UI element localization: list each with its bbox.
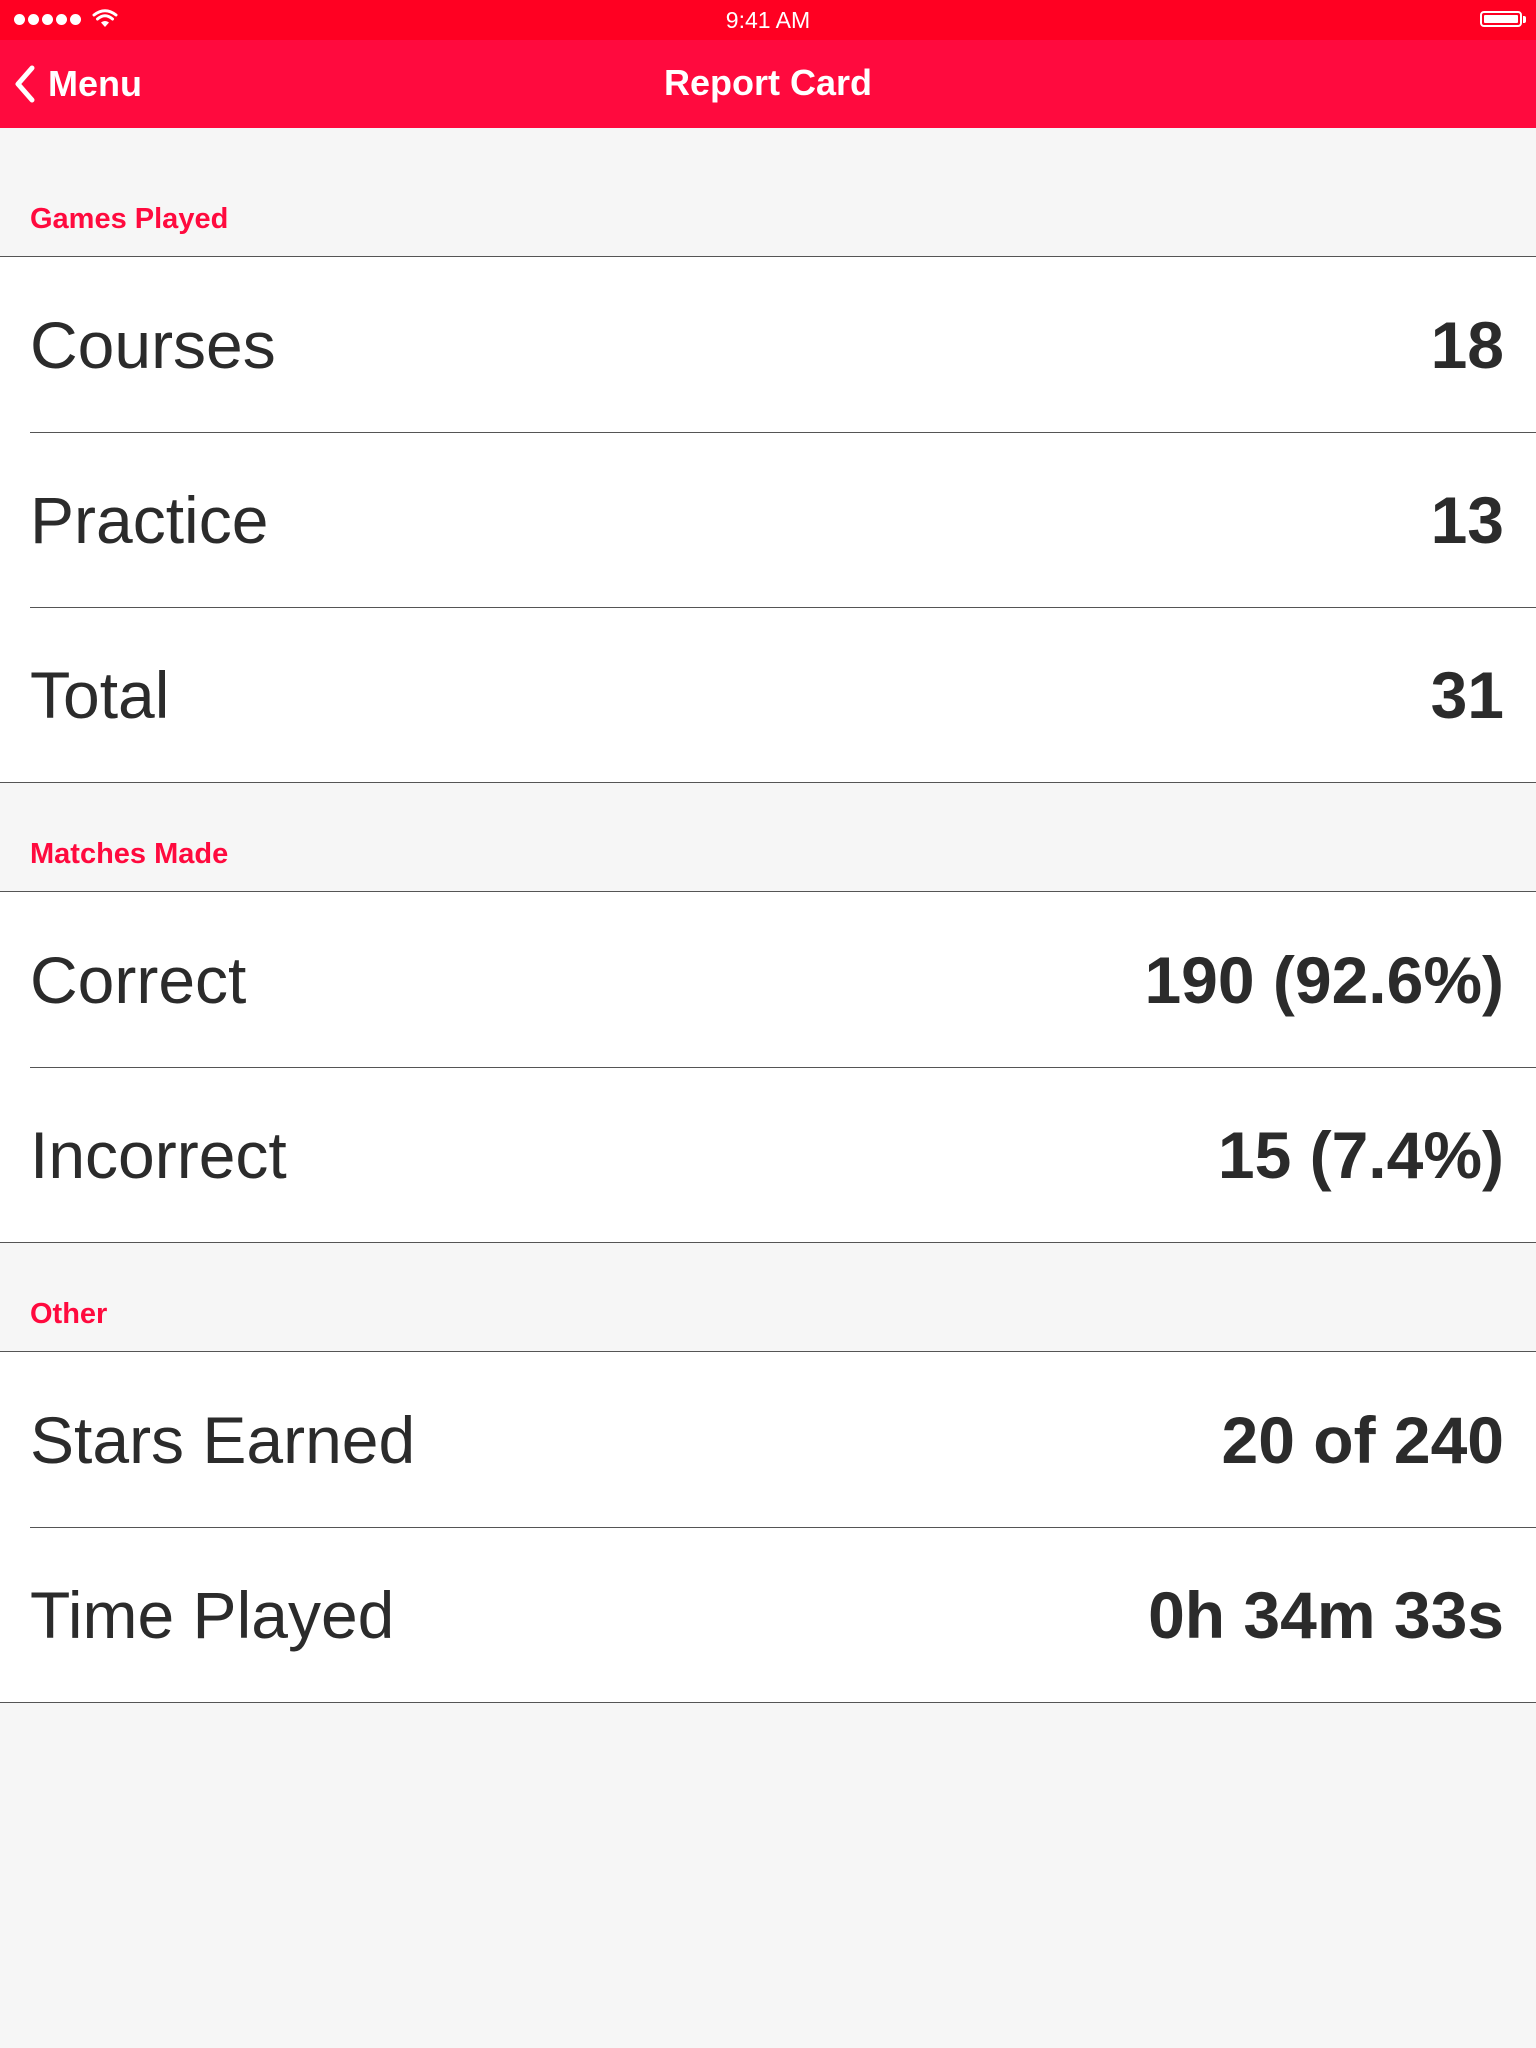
section-header-label: Games Played — [30, 203, 229, 235]
row-label: Courses — [30, 307, 276, 382]
row-label: Stars Earned — [30, 1402, 416, 1477]
row-courses: Courses 18 — [0, 257, 1536, 432]
section-header-matches-made: Matches Made — [0, 783, 1536, 891]
row-stars-earned: Stars Earned 20 of 240 — [0, 1352, 1536, 1527]
row-value: 31 — [1430, 657, 1504, 732]
section-matches-made: Correct 190 (92.6%) Incorrect 15 (7.4%) — [0, 891, 1536, 1243]
row-practice: Practice 13 — [0, 432, 1536, 607]
row-label: Practice — [30, 482, 269, 557]
section-games-played: Courses 18 Practice 13 Total 31 — [0, 256, 1536, 783]
row-time-played: Time Played 0h 34m 33s — [0, 1527, 1536, 1702]
section-header-label: Other — [30, 1298, 108, 1330]
row-value: 13 — [1430, 482, 1504, 557]
row-value: 20 of 240 — [1221, 1402, 1505, 1477]
section-header-games-played: Games Played — [0, 128, 1536, 256]
row-label: Total — [30, 657, 170, 732]
status-time: 9:41 AM — [725, 7, 811, 33]
row-label: Time Played — [30, 1577, 395, 1652]
row-label: Incorrect — [30, 1117, 287, 1192]
page-title: Report Card — [663, 62, 873, 103]
row-label: Correct — [30, 942, 247, 1017]
row-correct: Correct 190 (92.6%) — [0, 892, 1536, 1067]
row-total: Total 31 — [0, 607, 1536, 782]
row-value: 190 (92.6%) — [1144, 942, 1504, 1017]
section-other: Stars Earned 20 of 240 Time Played 0h 34… — [0, 1351, 1536, 1703]
row-value: 15 (7.4%) — [1217, 1117, 1504, 1192]
section-header-other: Other — [0, 1243, 1536, 1351]
status-bar: 9:41 AM — [0, 0, 1536, 40]
row-incorrect: Incorrect 15 (7.4%) — [0, 1067, 1536, 1242]
navigation-bar: Menu Report Card — [0, 40, 1536, 128]
section-header-label: Matches Made — [30, 838, 229, 870]
row-value: 0h 34m 33s — [1148, 1577, 1504, 1652]
report-card-table: Games Played Courses 18 Practice 13 Tota… — [0, 128, 1536, 1703]
row-value: 18 — [1430, 307, 1504, 382]
battery-icon — [1480, 11, 1526, 27]
